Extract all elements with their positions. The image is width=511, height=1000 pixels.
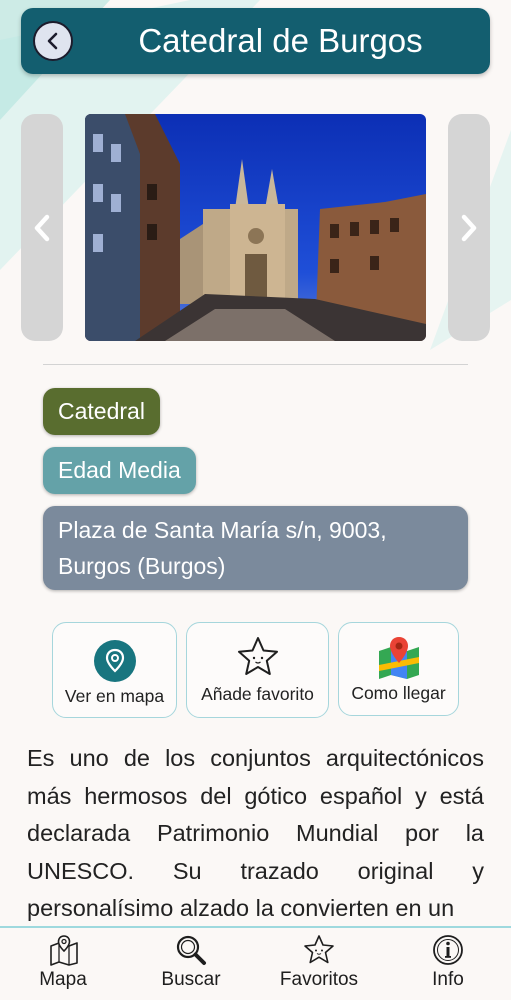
nav-label-info: Info: [432, 969, 464, 990]
magnifier-icon: [176, 935, 206, 965]
map-icon: [50, 935, 78, 966]
info-icon: [433, 935, 463, 965]
cathedral-image: [85, 114, 426, 341]
nav-item-info[interactable]: Info: [420, 928, 476, 1000]
back-circle-icon: [47, 32, 58, 50]
star-icon: [304, 935, 334, 964]
page-title: Catedral de Burgos: [138, 22, 423, 59]
address-tag: Plaza de Santa María s/n, 9003, Burgos (…: [43, 506, 468, 590]
divider: [43, 364, 468, 365]
add-favorite-label: Añade favorito: [201, 684, 314, 704]
nav-item-map[interactable]: Mapa: [22, 928, 104, 1000]
add-favorite-button[interactable]: Añade favorito: [186, 622, 329, 718]
back-button[interactable]: [33, 21, 73, 61]
nav-item-favorites[interactable]: Favoritos: [270, 928, 368, 1000]
app-header: Catedral de Burgos: [21, 8, 490, 74]
cathedral-photo[interactable]: [85, 114, 426, 341]
map-pin-icon: [94, 640, 136, 682]
star-icon: [238, 637, 278, 675]
era-tag: Edad Media: [43, 447, 196, 494]
gallery-prev-button[interactable]: [21, 114, 63, 341]
description-text: Es uno de los conjuntos arquitectónicos …: [27, 745, 484, 921]
nav-label-favorites: Favoritos: [279, 969, 359, 990]
directions-button[interactable]: Como llegar: [338, 622, 459, 716]
bottom-navigation: Mapa Buscar Favoritos Info: [0, 926, 511, 1000]
nav-item-search[interactable]: Buscar: [148, 928, 234, 1000]
chevron-left-icon: [34, 214, 50, 241]
view-on-map-button[interactable]: Ver en mapa: [52, 622, 177, 718]
nav-label-search: Buscar: [161, 969, 221, 990]
directions-label: Como llegar: [351, 683, 446, 703]
chevron-right-icon: [461, 214, 477, 241]
google-maps-icon: [379, 637, 419, 679]
category-tag: Catedral: [43, 388, 160, 435]
gallery-next-button[interactable]: [448, 114, 490, 341]
view-on-map-label: Ver en mapa: [64, 686, 165, 706]
nav-label-map: Mapa: [39, 969, 87, 990]
